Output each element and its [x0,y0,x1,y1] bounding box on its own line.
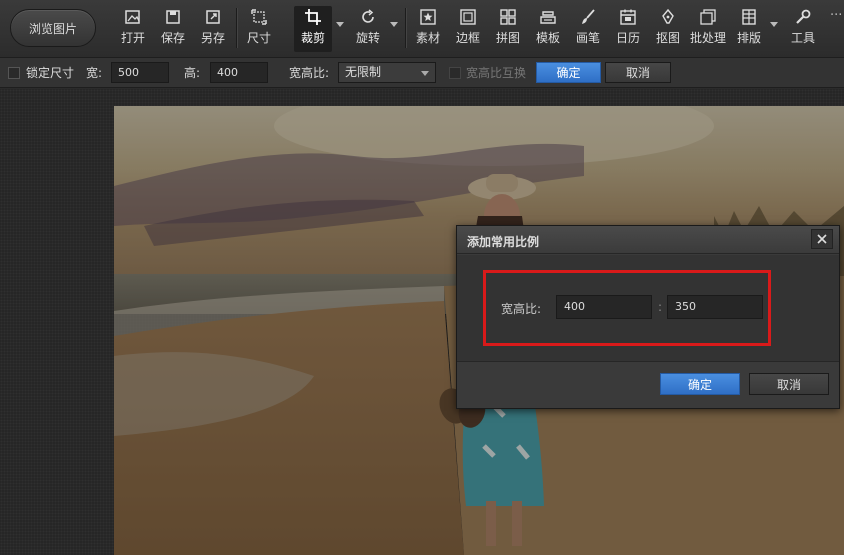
tool-label: 旋转 [355,31,380,45]
open-image-icon [122,6,144,28]
batch-icon [697,6,719,28]
pen-icon [657,6,679,28]
save-icon [162,6,184,28]
add-ratio-dialog: 添加常用比例 宽高比: 400 : 350 确定 取消 [456,225,840,409]
swap-ratio-checkbox[interactable] [449,67,461,79]
tool-label: 画笔 [575,31,600,45]
tool-label: 日历 [615,31,640,45]
tool-layout[interactable]: 排版 [732,6,766,52]
star-icon [417,6,439,28]
dialog-title-bar: 添加常用比例 [457,226,839,254]
tool-label: 抠图 [655,31,680,45]
width-label: 宽: [86,66,103,80]
template-icon [537,6,559,28]
calendar-icon [617,6,639,28]
layout-dropdown-caret[interactable] [770,22,778,27]
tool-label: 保存 [160,31,185,45]
tool-brush[interactable]: 画笔 [571,6,605,52]
toolbar-divider [405,8,406,48]
chevron-down-icon [421,71,429,76]
height-label: 高: [184,66,201,80]
swap-ratio-label: 宽高比互换 [466,66,527,80]
crop-ok-button[interactable]: 确定 [536,62,601,83]
crop-icon [302,6,324,28]
ratio-width-input[interactable]: 400 [556,295,652,319]
tool-cutout[interactable]: 抠图 [651,6,685,52]
tool-label: 拼图 [495,31,520,45]
tool-size[interactable]: 尺寸 [242,6,276,52]
frame-icon [457,6,479,28]
photo-editor-window: 浏览图片 打开 保存 另存 尺寸 裁剪 旋转 素材 边框 拼图 模板 画笔 日历… [0,0,844,555]
rotate-dropdown-caret[interactable] [390,22,398,27]
more-tools-button[interactable]: ··· [830,8,842,23]
tool-save[interactable]: 保存 [156,6,190,52]
close-icon [817,234,827,244]
tool-label: 批处理 [689,31,726,45]
tool-label: 另存 [200,31,225,45]
save-as-icon [202,6,224,28]
dialog-ok-button[interactable]: 确定 [660,373,740,395]
tool-collage[interactable]: 拼图 [491,6,525,52]
tool-rotate[interactable]: 旋转 [350,6,386,52]
tool-tools[interactable]: 工具 [786,6,820,52]
height-input[interactable]: 400 [210,62,268,83]
grid-icon [497,6,519,28]
layout-icon [738,6,760,28]
tool-batch[interactable]: 批处理 [686,6,730,52]
dialog-ratio-label: 宽高比: [501,302,542,316]
lock-size-checkbox[interactable] [8,67,20,79]
tool-save-as[interactable]: 另存 [196,6,230,52]
dialog-cancel-button[interactable]: 取消 [749,373,829,395]
main-toolbar: 浏览图片 打开 保存 另存 尺寸 裁剪 旋转 素材 边框 拼图 模板 画笔 日历… [0,0,844,58]
ratio-separator: : [658,300,663,314]
dialog-body: 宽高比: 400 : 350 [457,255,839,361]
crop-dropdown-caret[interactable] [336,22,344,27]
brush-icon [577,6,599,28]
dialog-footer: 确定 取消 [457,361,839,408]
tool-label: 排版 [736,31,761,45]
toolbar-divider [236,8,237,48]
tool-material[interactable]: 素材 [411,6,445,52]
tool-open[interactable]: 打开 [116,6,150,52]
tool-label: 素材 [415,31,440,45]
resize-icon [248,6,270,28]
tool-label: 模板 [535,31,560,45]
tool-label: 边框 [455,31,480,45]
dialog-close-button[interactable] [811,229,833,249]
crop-cancel-button[interactable]: 取消 [605,62,671,83]
tool-label: 工具 [790,31,815,45]
crop-options-bar: 锁定尺寸 宽: 500 高: 400 宽高比: 无限制 宽高比互换 确定 取消 [0,58,844,88]
dialog-title: 添加常用比例 [467,235,540,249]
ratio-select[interactable]: 无限制 [338,62,436,83]
lock-size-label: 锁定尺寸 [26,66,75,80]
width-input[interactable]: 500 [111,62,169,83]
tool-border[interactable]: 边框 [451,6,485,52]
rotate-icon [357,6,379,28]
tool-calendar[interactable]: 日历 [611,6,645,52]
wrench-icon [792,6,814,28]
tool-template[interactable]: 模板 [531,6,565,52]
ratio-select-value: 无限制 [345,65,382,79]
browse-images-button[interactable]: 浏览图片 [10,9,96,47]
tool-label: 裁剪 [300,31,325,45]
ratio-label: 宽高比: [289,66,330,80]
tool-label: 尺寸 [246,31,271,45]
ratio-height-input[interactable]: 350 [667,295,763,319]
tool-crop[interactable]: 裁剪 [294,6,332,52]
tool-label: 打开 [120,31,145,45]
